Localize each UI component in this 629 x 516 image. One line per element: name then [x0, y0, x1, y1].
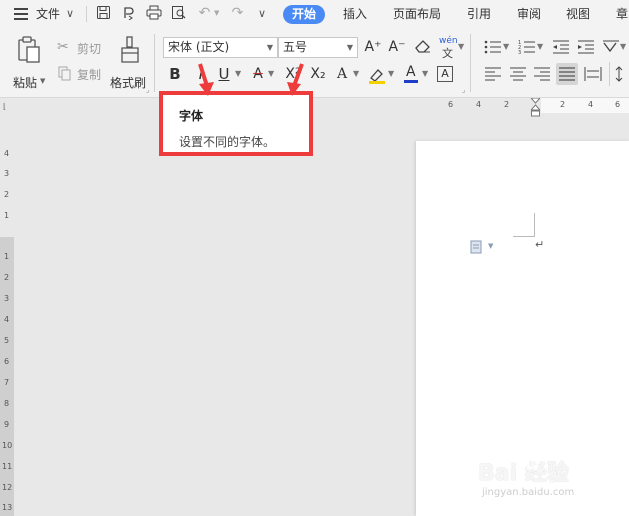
- tooltip-title: 字体: [179, 109, 204, 123]
- cut-label: 剪切: [77, 42, 102, 56]
- chevron-down-icon[interactable]: ▼: [214, 9, 219, 17]
- bold-button[interactable]: B: [167, 64, 183, 84]
- chevron-down-icon[interactable]: ▼: [268, 64, 274, 84]
- tab-view[interactable]: 视图: [566, 0, 590, 28]
- save-icon[interactable]: [95, 5, 112, 22]
- print-preview-icon[interactable]: [170, 5, 187, 22]
- scissors-icon: ✂: [57, 39, 69, 55]
- paste-icon: [18, 36, 40, 63]
- chevron-down-icon[interactable]: ∨: [258, 7, 266, 20]
- paste-button[interactable]: 粘贴 ▼: [13, 36, 46, 94]
- chevron-down-icon[interactable]: ▼: [537, 37, 543, 57]
- export-icon[interactable]: [120, 5, 137, 22]
- grow-font-icon[interactable]: A⁺: [364, 37, 382, 57]
- chevron-down-icon[interactable]: ▼: [620, 37, 626, 57]
- group-expand-icon[interactable]: ⌟: [462, 86, 465, 94]
- tooltip-description: 设置不同的字体。: [179, 135, 276, 149]
- character-border-button[interactable]: A: [437, 66, 453, 82]
- paw-icon: ✿: [524, 451, 541, 475]
- increase-indent-icon[interactable]: [577, 39, 595, 55]
- paste-options-icon[interactable]: ▼: [470, 239, 496, 255]
- chevron-down-icon: ▼: [40, 77, 46, 85]
- format-painter-icon: [121, 36, 139, 63]
- chevron-down-icon[interactable]: ▼: [458, 37, 464, 57]
- align-left-icon[interactable]: [484, 66, 502, 82]
- font-tooltip: 字体 设置不同的字体。: [159, 91, 313, 156]
- svg-text:3: 3: [518, 50, 521, 55]
- text-effect-button[interactable]: A: [334, 64, 350, 84]
- format-painter-label: 格式刷: [110, 76, 147, 90]
- tab-stop-icon[interactable]: ⌊: [3, 102, 6, 111]
- font-size-combobox[interactable]: 五号 ▼: [278, 37, 358, 58]
- copy-icon: [58, 66, 71, 81]
- highlight-icon[interactable]: [368, 66, 386, 84]
- file-menu[interactable]: 文件: [36, 0, 60, 28]
- watermark-url: jingyan.baidu.com: [482, 487, 575, 498]
- horizontal-ruler[interactable]: ⌊ 6 4 2 2 4 6: [0, 97, 629, 117]
- vertical-ruler-margin[interactable]: 4 3 2 1: [0, 113, 14, 237]
- ribbon-toolbar: 粘贴 ▼ ✂ 剪切 复制 格式刷 ⌟ 宋体 (正文) ▼ 五号 ▼ A⁺ A⁻ …: [0, 28, 629, 98]
- format-painter-button[interactable]: 格式刷: [110, 36, 150, 94]
- tab-chapter[interactable]: 章: [616, 0, 628, 28]
- font-size-value: 五号: [283, 40, 308, 54]
- paste-label: 粘贴: [13, 76, 38, 90]
- chevron-down-icon[interactable]: ▼: [353, 64, 359, 84]
- subscript-button[interactable]: X₂: [307, 64, 329, 84]
- tab-insert[interactable]: 插入: [343, 0, 367, 28]
- group-expand-icon[interactable]: ⌟: [146, 86, 149, 94]
- underline-button[interactable]: U: [216, 64, 232, 84]
- justify-icon[interactable]: [556, 63, 578, 85]
- pinyin-guide-icon[interactable]: wén 文: [438, 36, 460, 60]
- chinese-layout-icon[interactable]: [602, 39, 620, 55]
- vertical-ruler[interactable]: 1 2 3 4 5 6 7 8 9 10 11 12 13: [0, 237, 14, 516]
- menu-bar: 文件 ∨ ↶ ▼ ↷ ∨ 开始 插入 页面布局 引用 审阅 视图 章: [0, 0, 629, 28]
- strikethrough-button[interactable]: A: [250, 64, 266, 84]
- align-right-icon[interactable]: [533, 66, 551, 82]
- distributed-align-icon[interactable]: [584, 66, 602, 82]
- chevron-down-icon: ▼: [488, 242, 494, 250]
- font-color-button[interactable]: A: [402, 64, 420, 84]
- numbered-list-icon[interactable]: 123: [518, 39, 536, 56]
- copy-label: 复制: [77, 68, 102, 82]
- decrease-indent-icon[interactable]: [552, 39, 570, 55]
- chevron-down-icon[interactable]: ▼: [235, 64, 241, 84]
- tab-references[interactable]: 引用: [467, 0, 491, 28]
- italic-button[interactable]: I: [194, 64, 208, 84]
- print-icon[interactable]: [145, 5, 162, 22]
- hamburger-icon[interactable]: [14, 8, 28, 20]
- clear-format-icon[interactable]: [414, 38, 432, 56]
- baidu-watermark: Bai 经验 ✿ jingyan.baidu.com: [478, 447, 618, 507]
- chevron-down-icon[interactable]: ▼: [267, 38, 273, 57]
- line-spacing-icon[interactable]: [615, 66, 629, 82]
- undo-icon[interactable]: ↶: [196, 5, 213, 22]
- bullet-list-icon[interactable]: [484, 39, 502, 55]
- tab-review[interactable]: 审阅: [517, 0, 541, 28]
- tab-page-layout[interactable]: 页面布局: [393, 0, 441, 28]
- indent-marker[interactable]: [529, 97, 542, 118]
- chevron-down-icon[interactable]: ▼: [422, 64, 428, 84]
- align-center-icon[interactable]: [509, 66, 527, 82]
- copy-button[interactable]: 复制: [57, 65, 105, 83]
- shrink-font-icon[interactable]: A⁻: [388, 37, 406, 57]
- redo-icon[interactable]: ↷: [229, 5, 246, 22]
- superscript-button[interactable]: X²: [282, 64, 304, 84]
- margin-corner-mark: [513, 213, 535, 237]
- chevron-down-icon[interactable]: ∨: [66, 7, 74, 20]
- cut-button[interactable]: ✂ 剪切: [57, 39, 105, 57]
- chevron-down-icon[interactable]: ▼: [347, 38, 353, 57]
- paragraph-mark: ↵: [535, 238, 545, 251]
- chevron-down-icon[interactable]: ▼: [503, 37, 509, 57]
- font-name-combobox[interactable]: 宋体 (正文) ▼: [163, 37, 278, 58]
- tab-home[interactable]: 开始: [283, 5, 325, 24]
- font-name-value: 宋体 (正文): [168, 40, 230, 54]
- chevron-down-icon[interactable]: ▼: [388, 64, 394, 84]
